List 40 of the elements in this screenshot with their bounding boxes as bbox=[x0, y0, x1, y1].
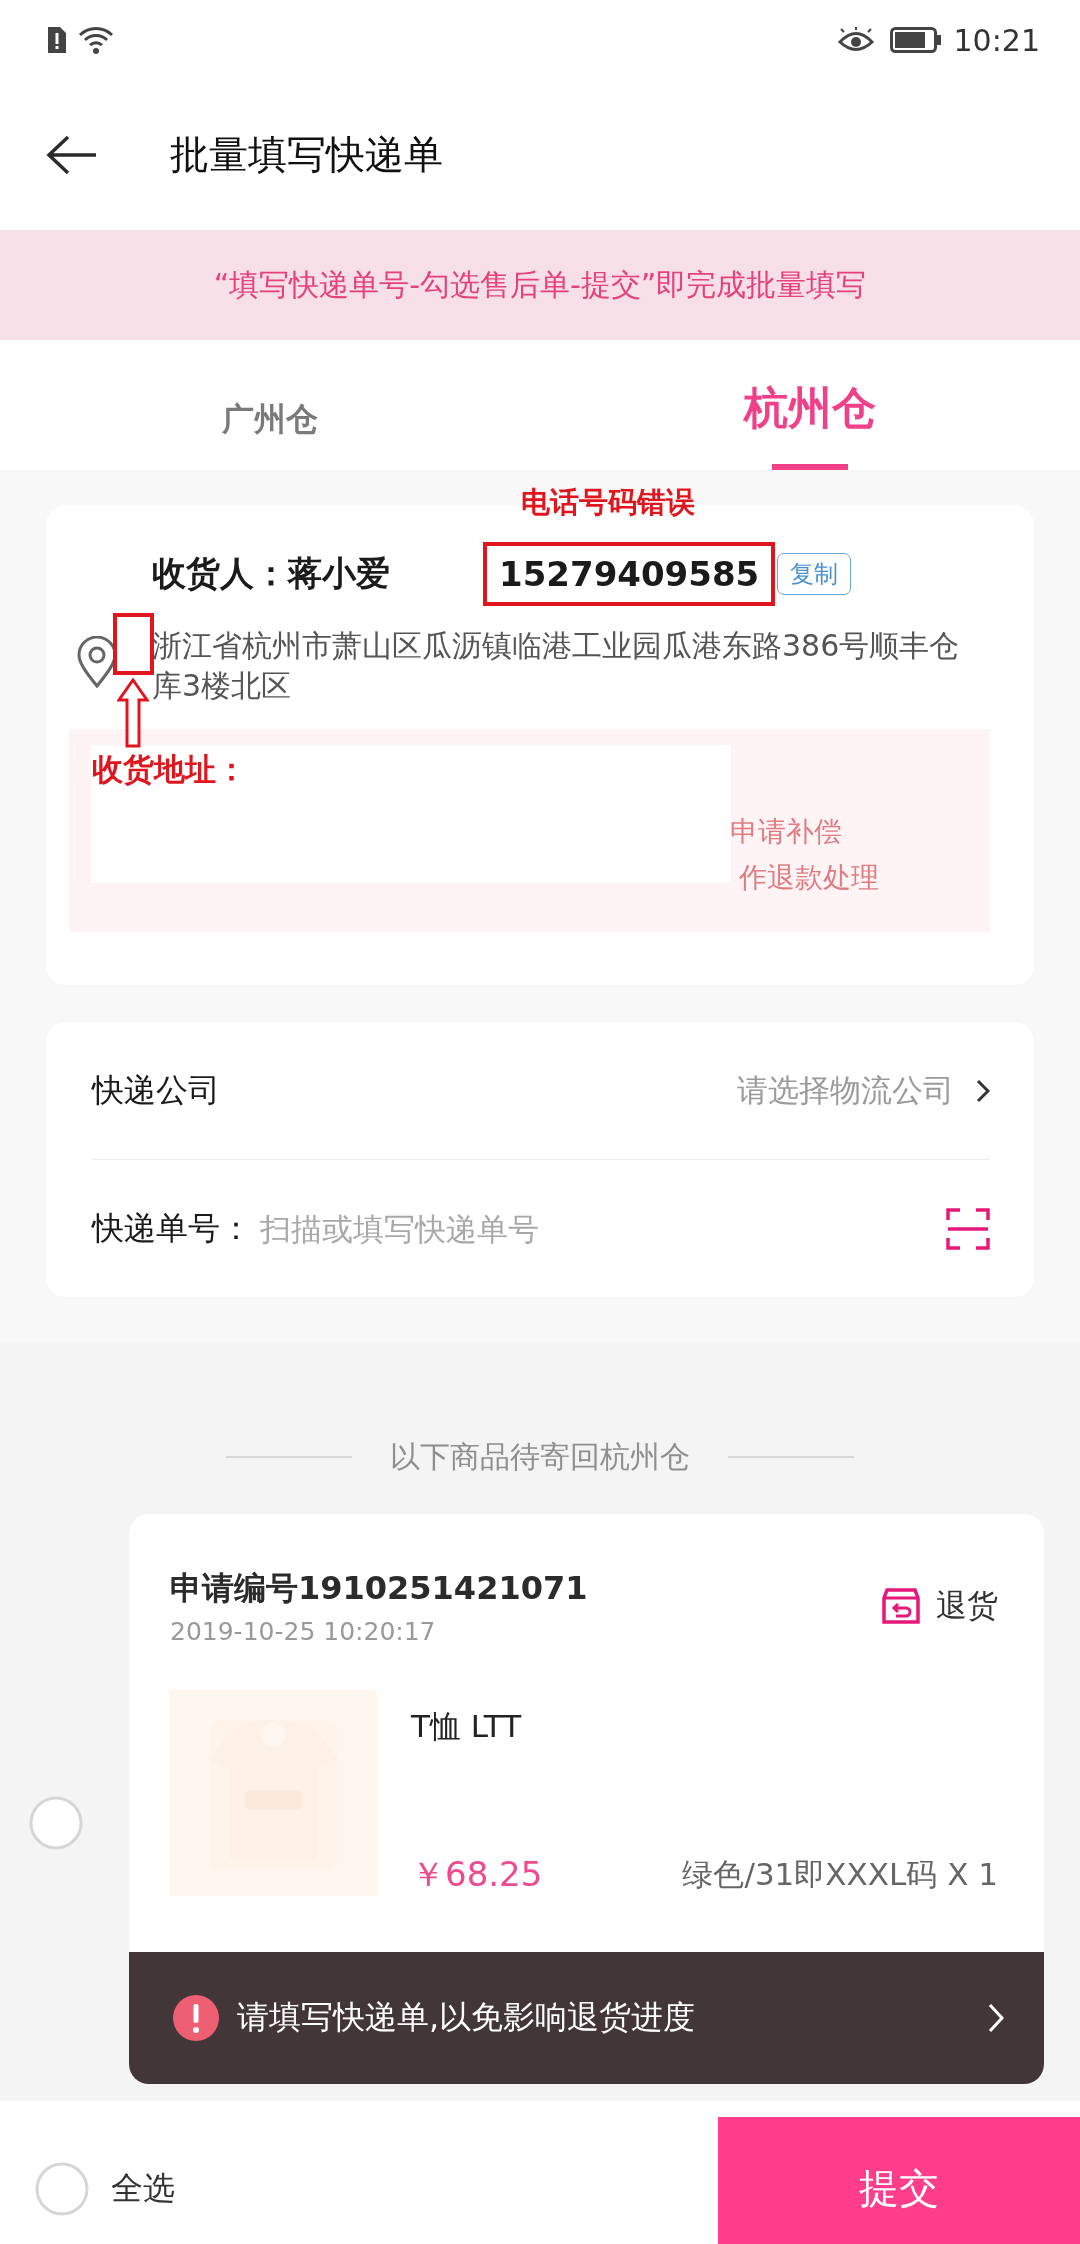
return-type: 退货 bbox=[936, 1586, 998, 1625]
product-spec: 绿色/31即XXXL码 X 1 bbox=[682, 1855, 998, 1894]
product-price: ￥68.25 bbox=[411, 1853, 543, 1896]
receiver-name: 收货人：蒋小爱 bbox=[152, 552, 391, 595]
annotation-text: 收货地址： bbox=[92, 750, 247, 789]
address-text: 浙江省杭州市萧山区瓜沥镇临港工业园瓜港东路386号顺丰仓库3楼北区 bbox=[152, 627, 961, 705]
battery-icon bbox=[889, 27, 942, 53]
phone-number: 15279409585 bbox=[483, 542, 776, 606]
select-all-radio[interactable] bbox=[35, 2161, 89, 2216]
courier-select[interactable]: 请选择物流公司 bbox=[737, 1069, 990, 1112]
chevron-right-icon bbox=[976, 1078, 990, 1103]
reminder-bar[interactable]: 请填写快递单,以免影响退货进度 bbox=[129, 1952, 1044, 2084]
notice-text: 作退款处理 bbox=[739, 860, 879, 896]
select-all-label[interactable]: 全选 bbox=[111, 2166, 175, 2211]
submit-button[interactable]: 提交 bbox=[718, 2117, 1080, 2244]
notice-text: 申请补偿 bbox=[730, 814, 842, 850]
warning-icon bbox=[173, 1995, 219, 2041]
copy-button[interactable]: 复制 bbox=[777, 553, 852, 595]
reminder-text: 请填写快递单,以免影响退货进度 bbox=[237, 1997, 697, 2038]
sim-alert-icon bbox=[46, 25, 68, 55]
eye-icon bbox=[837, 27, 874, 53]
chevron-right-icon bbox=[988, 2003, 1004, 2033]
page-title: 批量填写快递单 bbox=[170, 131, 443, 179]
return-box-icon bbox=[882, 1588, 920, 1624]
status-time: 10:21 bbox=[953, 22, 1040, 58]
scan-icon[interactable] bbox=[946, 1207, 990, 1250]
wifi-icon bbox=[78, 25, 114, 55]
highlight-box bbox=[113, 613, 154, 675]
warehouse-tab[interactable]: 广州仓 bbox=[0, 340, 540, 470]
tracking-number-field[interactable]: 扫描或填写快递单号 bbox=[260, 1210, 946, 1247]
field-label: 快递单号： bbox=[92, 1207, 252, 1249]
request-number: 申请编号1910251421071 bbox=[170, 1568, 588, 1609]
request-time: 2019-10-25 10:20:17 bbox=[170, 1617, 437, 1646]
select-radio[interactable] bbox=[28, 1796, 83, 1850]
annotation-text: 电话号码错误 bbox=[521, 484, 695, 521]
field-label: 快递公司 bbox=[92, 1069, 220, 1111]
tip-text: “填写快递单号-勾选售后单-提交”即完成批量填写 bbox=[213, 265, 867, 304]
back-arrow-icon[interactable] bbox=[46, 135, 98, 175]
section-title: 以下商品待寄回杭州仓 bbox=[390, 1437, 690, 1476]
product-name: T恤 LTT bbox=[411, 1707, 523, 1746]
